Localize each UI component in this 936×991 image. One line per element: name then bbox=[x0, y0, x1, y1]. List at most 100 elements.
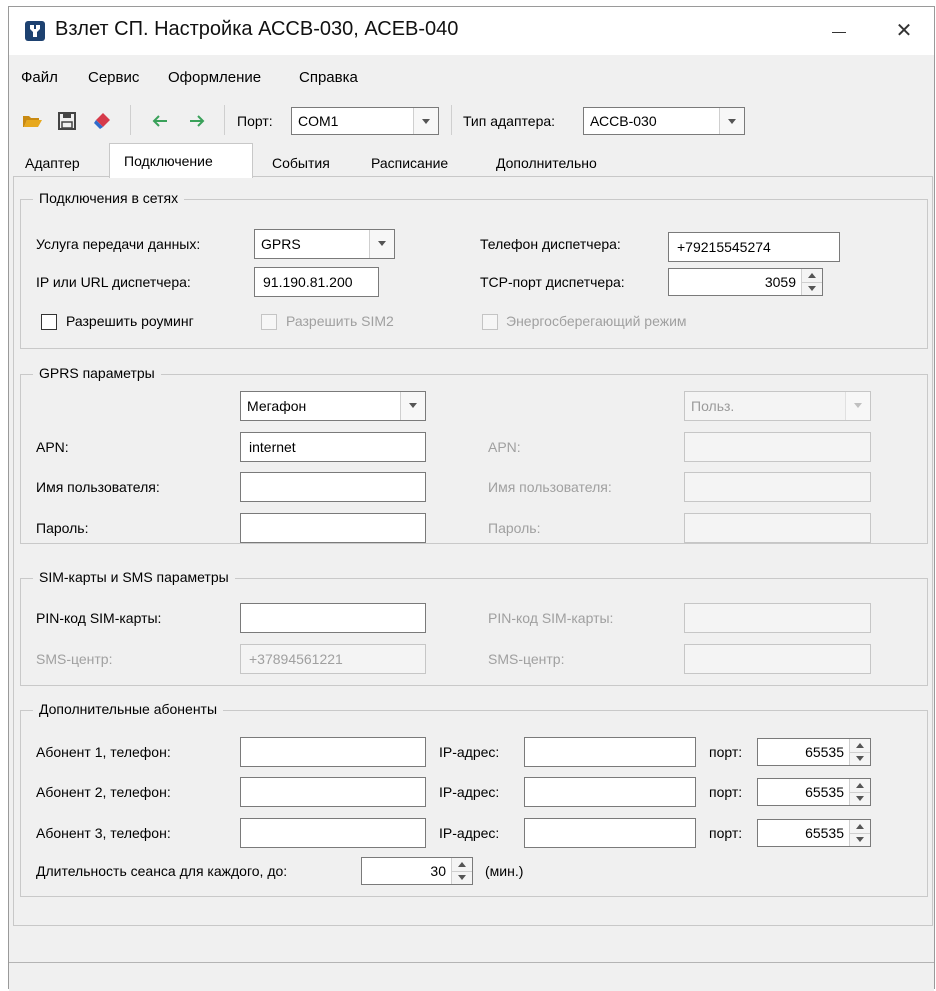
spin-down-icon[interactable] bbox=[452, 871, 472, 885]
subscriber3-ip-field[interactable] bbox=[524, 818, 696, 848]
spin-up-icon[interactable] bbox=[452, 858, 472, 871]
user1-field[interactable] bbox=[240, 472, 426, 502]
roaming-checkbox[interactable] bbox=[41, 314, 57, 330]
password-label: Пароль: bbox=[36, 520, 89, 536]
subscriber1-ip-label: IP-адрес: bbox=[439, 744, 500, 760]
tab-events[interactable]: События bbox=[272, 149, 330, 177]
toolbar-separator bbox=[224, 105, 225, 135]
title-bar: Взлет СП. Настройка АССВ-030, АСЕВ-040 ✕ bbox=[9, 7, 934, 55]
sim-group-title: SIM-карты и SMS параметры bbox=[33, 569, 235, 585]
user-label: Имя пользователя: bbox=[36, 479, 160, 495]
arrow-left-icon[interactable] bbox=[149, 110, 171, 132]
network-group-title: Подключения в сетях bbox=[33, 190, 185, 206]
dispatcher-ip-field[interactable]: 91.190.81.200 bbox=[254, 267, 379, 297]
tab-adapter[interactable]: Адаптер bbox=[25, 149, 80, 177]
duration-label: Длительность сеанса для каждого, до: bbox=[36, 863, 288, 879]
subscriber1-port-label: порт: bbox=[709, 744, 743, 760]
sms-center1-field[interactable]: +37894561221 bbox=[240, 644, 426, 674]
pin1-field[interactable] bbox=[240, 603, 426, 633]
tcp-port-stepper[interactable]: 3059 bbox=[668, 268, 823, 296]
subscriber2-ip-label: IP-адрес: bbox=[439, 784, 500, 800]
toolbar-separator bbox=[451, 105, 452, 135]
subscriber1-ip-field[interactable] bbox=[524, 737, 696, 767]
spin-down-icon[interactable] bbox=[850, 792, 870, 806]
sim2-checkbox[interactable] bbox=[261, 314, 277, 330]
pin2-label: PIN-код SIM-карты: bbox=[488, 610, 614, 626]
subscriber2-port-stepper[interactable]: 65535 bbox=[757, 778, 871, 806]
app-window: Взлет СП. Настройка АССВ-030, АСЕВ-040 ✕… bbox=[8, 6, 935, 991]
powersave-checkbox[interactable] bbox=[482, 314, 498, 330]
apn2-label: APN: bbox=[488, 439, 521, 455]
port-label: Порт: bbox=[237, 113, 273, 129]
port-select-value: COM1 bbox=[298, 113, 339, 129]
spin-down-icon[interactable] bbox=[850, 752, 870, 766]
password1-field[interactable] bbox=[240, 513, 426, 543]
subscriber2-ip-field[interactable] bbox=[524, 777, 696, 807]
spin-up-icon[interactable] bbox=[802, 269, 822, 282]
dispatcher-phone-field[interactable]: +79215545274 bbox=[668, 232, 840, 262]
subscriber1-port-stepper[interactable]: 65535 bbox=[757, 738, 871, 766]
spin-down-icon[interactable] bbox=[850, 833, 870, 847]
tab-bar: Адаптер Подключение События Расписание Д… bbox=[9, 143, 934, 178]
password2-field[interactable] bbox=[684, 513, 871, 543]
status-bar bbox=[9, 962, 934, 991]
spin-up-icon[interactable] bbox=[850, 739, 870, 752]
folder-open-icon[interactable] bbox=[21, 110, 43, 132]
user2-field[interactable] bbox=[684, 472, 871, 502]
dispatcher-ip-label: IP или URL диспетчера: bbox=[36, 274, 191, 290]
roaming-label: Разрешить роуминг bbox=[66, 313, 194, 329]
subscriber3-ip-label: IP-адрес: bbox=[439, 825, 500, 841]
menu-service[interactable]: Сервис bbox=[88, 69, 139, 86]
duration-unit: (мин.) bbox=[485, 863, 524, 879]
subscriber2-phone-field[interactable] bbox=[240, 777, 426, 807]
port-select[interactable]: COM1 bbox=[291, 107, 439, 135]
chevron-down-icon[interactable] bbox=[719, 108, 744, 134]
tab-connection[interactable]: Подключение bbox=[109, 143, 253, 178]
duration-stepper[interactable]: 30 bbox=[361, 857, 473, 885]
minimize-button[interactable] bbox=[815, 16, 861, 46]
tab-additional[interactable]: Дополнительно bbox=[496, 149, 597, 177]
chevron-down-icon[interactable] bbox=[845, 392, 870, 420]
menu-bar bbox=[9, 55, 934, 99]
menu-file[interactable]: Файл bbox=[21, 69, 58, 86]
pin2-field[interactable] bbox=[684, 603, 871, 633]
chevron-down-icon[interactable] bbox=[413, 108, 438, 134]
save-icon[interactable] bbox=[56, 110, 78, 132]
operator1-select[interactable]: Мегафон bbox=[240, 391, 426, 421]
pin-label: PIN-код SIM-карты: bbox=[36, 610, 162, 626]
service-select-value: GPRS bbox=[261, 236, 301, 252]
adapter-type-label: Тип адаптера: bbox=[463, 113, 556, 129]
eraser-icon[interactable] bbox=[91, 110, 113, 132]
subscriber3-port-stepper[interactable]: 65535 bbox=[757, 819, 871, 847]
user2-label: Имя пользователя: bbox=[488, 479, 612, 495]
spin-down-icon[interactable] bbox=[802, 282, 822, 296]
menu-help[interactable]: Справка bbox=[299, 69, 358, 86]
menu-design[interactable]: Оформление bbox=[168, 69, 261, 86]
operator2-select[interactable]: Польз. bbox=[684, 391, 871, 421]
subscriber3-port-label: порт: bbox=[709, 825, 743, 841]
toolbar: Порт: COM1 Тип адаптера: АССВ-030 bbox=[9, 99, 934, 143]
subscriber1-label: Абонент 1, телефон: bbox=[36, 744, 171, 760]
sms-center2-field[interactable] bbox=[684, 644, 871, 674]
subscriber3-phone-field[interactable] bbox=[240, 818, 426, 848]
sms-center-label: SMS-центр: bbox=[36, 651, 113, 667]
arrow-right-icon[interactable] bbox=[186, 110, 208, 132]
dispatcher-phone-label: Телефон диспетчера: bbox=[480, 236, 621, 252]
chevron-down-icon[interactable] bbox=[369, 230, 394, 258]
spin-up-icon[interactable] bbox=[850, 820, 870, 833]
operator1-select-value: Мегафон bbox=[247, 398, 307, 414]
adapter-type-select[interactable]: АССВ-030 bbox=[583, 107, 745, 135]
subscriber2-label: Абонент 2, телефон: bbox=[36, 784, 171, 800]
subscribers-group-title: Дополнительные абоненты bbox=[33, 701, 224, 717]
apn2-field[interactable] bbox=[684, 432, 871, 462]
close-button[interactable]: ✕ bbox=[881, 16, 927, 46]
tcp-port-label: TCP-порт диспетчера: bbox=[480, 274, 625, 290]
subscriber1-phone-field[interactable] bbox=[240, 737, 426, 767]
service-select[interactable]: GPRS bbox=[254, 229, 395, 259]
tab-schedule[interactable]: Расписание bbox=[371, 149, 448, 177]
tab-panel-connection: Подключения в сетях Услуга передачи данн… bbox=[13, 176, 933, 926]
apn1-field[interactable]: internet bbox=[240, 432, 426, 462]
subscriber2-port-label: порт: bbox=[709, 784, 743, 800]
chevron-down-icon[interactable] bbox=[400, 392, 425, 420]
spin-up-icon[interactable] bbox=[850, 779, 870, 792]
